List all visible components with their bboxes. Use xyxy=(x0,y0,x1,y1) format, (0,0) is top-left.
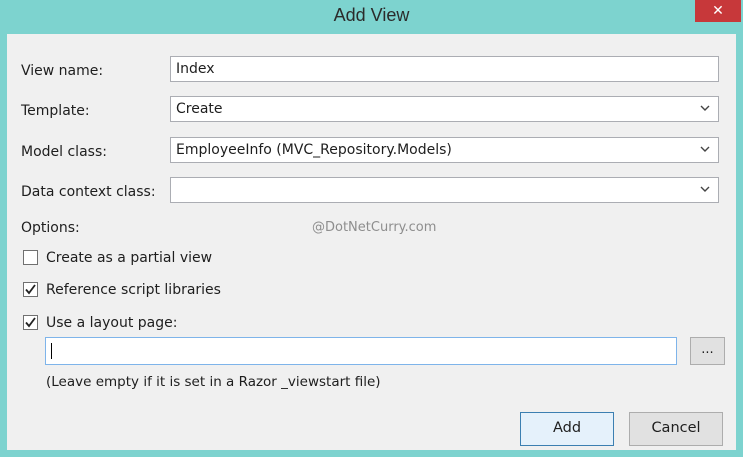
dialog-title: Add View xyxy=(333,5,410,25)
dialog-body: View name: Index Template: Create Model … xyxy=(7,34,736,450)
use-layout-label[interactable]: Use a layout page: xyxy=(46,315,177,331)
chevron-down-icon xyxy=(700,186,710,192)
close-button[interactable]: ✕ xyxy=(695,0,741,22)
reference-scripts-label[interactable]: Reference script libraries xyxy=(46,282,221,298)
add-button[interactable]: Add xyxy=(520,412,614,446)
model-class-label: Model class: xyxy=(21,144,107,160)
layout-hint: (Leave empty if it is set in a Razor _vi… xyxy=(46,374,381,390)
options-heading: Options: xyxy=(21,220,80,236)
chevron-down-icon xyxy=(700,105,710,111)
view-name-input[interactable]: Index xyxy=(170,56,719,82)
template-value: Create xyxy=(176,101,223,117)
model-class-value: EmployeeInfo (MVC_Repository.Models) xyxy=(176,142,452,158)
title-bar: Add View ✕ xyxy=(0,0,743,34)
checkmark-icon xyxy=(25,284,36,295)
view-name-label: View name: xyxy=(21,63,104,79)
partial-view-checkbox[interactable] xyxy=(23,250,38,265)
layout-page-input[interactable] xyxy=(45,337,677,365)
model-class-dropdown[interactable]: EmployeeInfo (MVC_Repository.Models) xyxy=(170,137,719,163)
browse-button[interactable]: ... xyxy=(690,337,725,365)
use-layout-checkbox[interactable] xyxy=(23,315,38,330)
chevron-down-icon xyxy=(700,146,710,152)
cancel-button[interactable]: Cancel xyxy=(629,412,723,446)
partial-view-label[interactable]: Create as a partial view xyxy=(46,250,212,266)
checkmark-icon xyxy=(25,317,36,328)
view-name-value: Index xyxy=(176,61,215,77)
close-icon: ✕ xyxy=(712,3,724,19)
template-dropdown[interactable]: Create xyxy=(170,96,719,122)
reference-scripts-checkbox[interactable] xyxy=(23,282,38,297)
text-caret xyxy=(51,343,52,359)
data-context-dropdown[interactable] xyxy=(170,177,719,203)
data-context-label: Data context class: xyxy=(21,184,156,200)
watermark: @DotNetCurry.com xyxy=(312,220,437,235)
template-label: Template: xyxy=(21,103,90,119)
